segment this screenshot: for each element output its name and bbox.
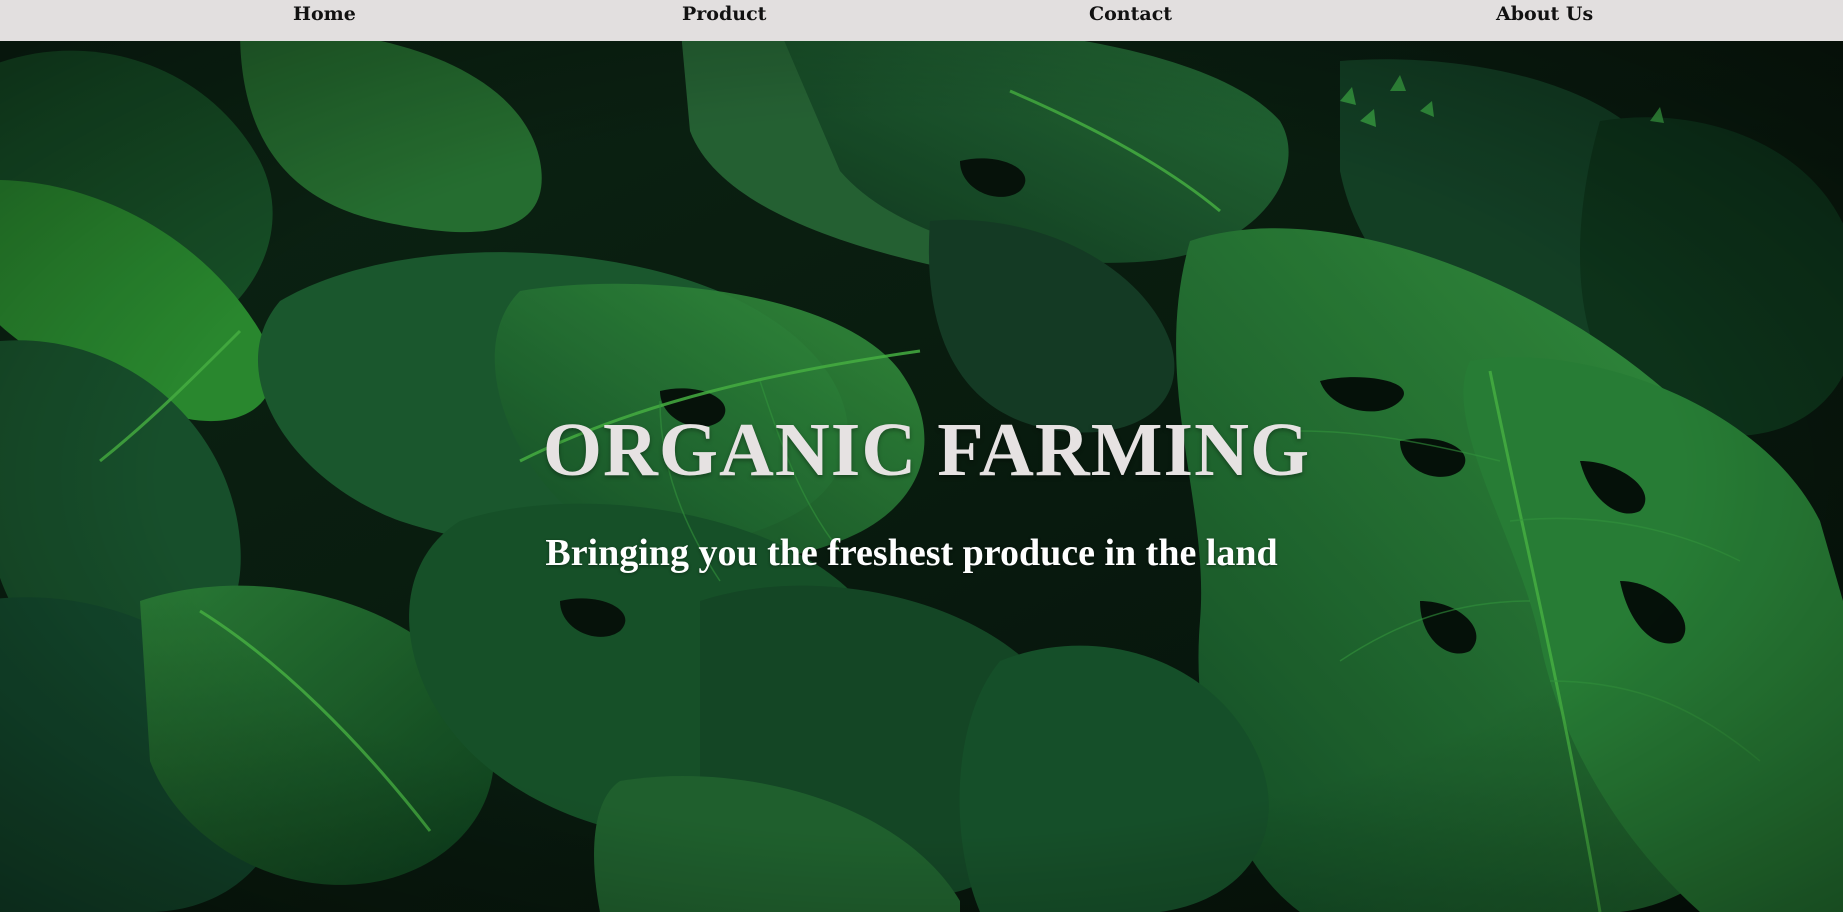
nav-link-contact[interactable]: Contact: [1089, 3, 1172, 25]
hero-subtitle: Bringing you the freshest produce in the…: [545, 532, 1278, 574]
hero-title: ORGANIC FARMING: [542, 408, 1311, 492]
hero-section: ORGANIC FARMING Bringing you the freshes…: [0, 41, 1843, 912]
nav-link-product[interactable]: Product: [682, 3, 766, 25]
nav-link-home[interactable]: Home: [293, 3, 356, 25]
nav-link-about-us[interactable]: About Us: [1496, 3, 1593, 25]
top-navigation-bar: Home Product Contact About Us: [0, 0, 1843, 41]
